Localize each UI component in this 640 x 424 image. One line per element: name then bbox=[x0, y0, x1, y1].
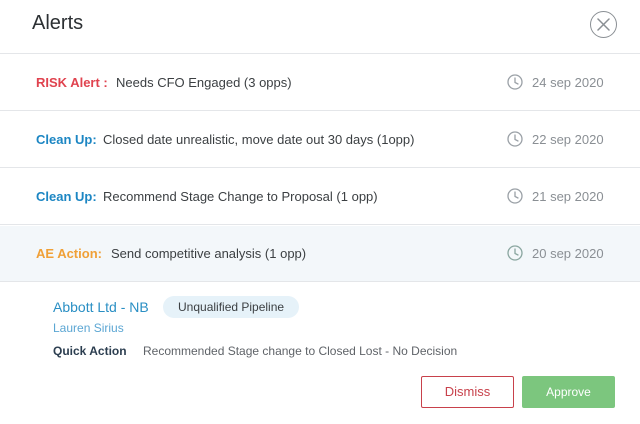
alert-date: 21 sep 2020 bbox=[532, 189, 604, 204]
alert-date: 20 sep 2020 bbox=[532, 246, 604, 261]
alert-row-ae-action[interactable]: AE Action: Send competitive analysis (1 … bbox=[0, 226, 640, 282]
account-link[interactable]: Abbott Ltd - NB bbox=[53, 299, 149, 315]
close-icon bbox=[597, 18, 610, 31]
alert-label: RISK Alert : bbox=[36, 75, 108, 90]
alert-date: 24 sep 2020 bbox=[532, 75, 604, 90]
alert-date: 22 sep 2020 bbox=[532, 132, 604, 147]
close-button[interactable] bbox=[590, 11, 617, 38]
alert-label: AE Action: bbox=[36, 246, 102, 261]
alert-message: Needs CFO Engaged (3 opps) bbox=[116, 75, 292, 90]
clock-icon bbox=[507, 131, 523, 147]
alert-row-cleanup-stage[interactable]: Clean Up: Recommend Stage Change to Prop… bbox=[0, 169, 640, 225]
alert-row-cleanup-date[interactable]: Clean Up: Closed date unrealistic, move … bbox=[0, 112, 640, 168]
alert-message: Send competitive analysis (1 opp) bbox=[111, 246, 307, 261]
clock-icon bbox=[507, 188, 523, 204]
dialog-header: Alerts bbox=[0, 0, 640, 54]
alert-message: Recommend Stage Change to Proposal (1 op… bbox=[103, 189, 378, 204]
dialog-title: Alerts bbox=[32, 12, 84, 34]
alert-message: Closed date unrealistic, move date out 3… bbox=[103, 132, 415, 147]
dismiss-button[interactable]: Dismiss bbox=[421, 376, 514, 408]
alert-row-risk[interactable]: RISK Alert : Needs CFO Engaged (3 opps) … bbox=[0, 55, 640, 111]
pipeline-badge: Unqualified Pipeline bbox=[163, 296, 300, 318]
clock-icon bbox=[507, 74, 523, 90]
alert-label: Clean Up: bbox=[36, 132, 97, 147]
alert-detail-panel: Abbott Ltd - NB Unqualified Pipeline Lau… bbox=[0, 283, 640, 424]
clock-icon bbox=[507, 245, 523, 261]
approve-button[interactable]: Approve bbox=[522, 376, 615, 408]
quick-action-text: Recommended Stage change to Closed Lost … bbox=[143, 344, 458, 358]
owner-link[interactable]: Lauren Sirius bbox=[53, 321, 124, 335]
quick-action-label: Quick Action bbox=[53, 344, 127, 358]
alert-label: Clean Up: bbox=[36, 189, 97, 204]
